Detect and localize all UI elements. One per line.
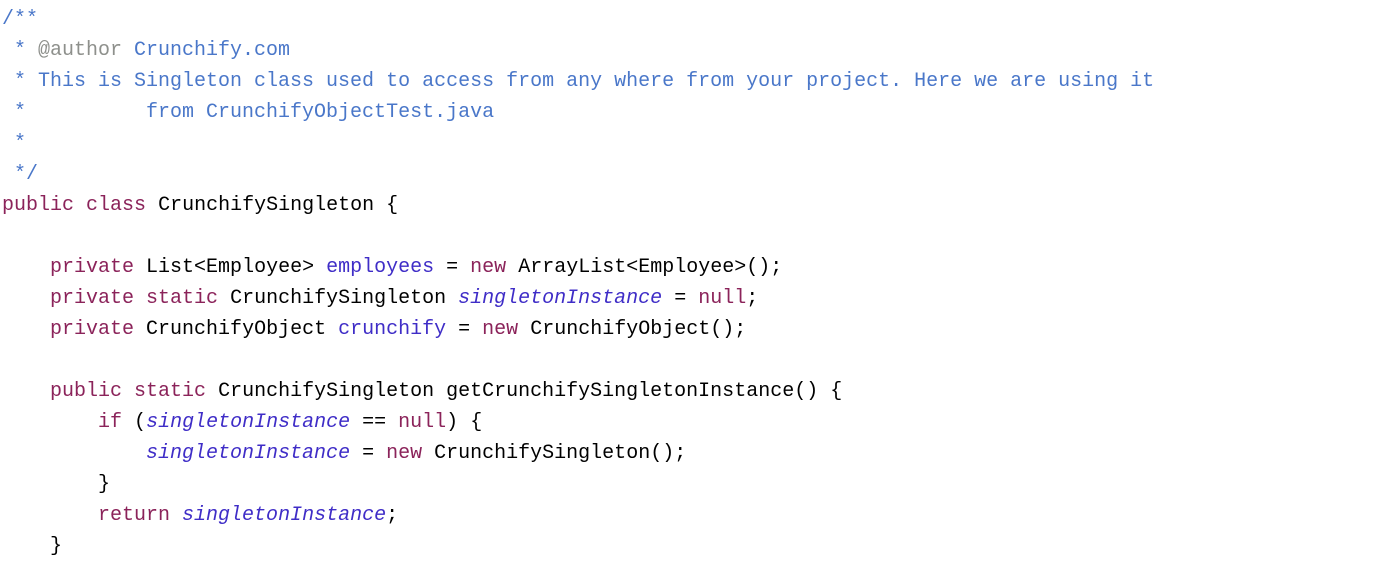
eq-4: =	[362, 442, 374, 465]
method-name: getCrunchifySingletonInstance()	[446, 380, 818, 403]
lparen-1: (	[134, 411, 146, 434]
class-name: CrunchifySingleton	[158, 194, 374, 217]
eq-3: =	[458, 318, 470, 341]
kw-static-1: static	[146, 287, 218, 310]
ctor-crunchify-object: CrunchifyObject()	[530, 318, 734, 341]
brace-open-3: {	[470, 411, 482, 434]
kw-if: if	[98, 411, 122, 434]
kw-private-3: private	[50, 318, 134, 341]
doc-open: /**	[2, 8, 38, 31]
field-employees: employees	[326, 256, 434, 279]
eq-2: =	[674, 287, 686, 310]
semi-3: ;	[734, 318, 746, 341]
kw-null-1: null	[698, 287, 746, 310]
brace-close-3: }	[98, 473, 110, 496]
ctor-singleton: CrunchifySingleton()	[434, 442, 674, 465]
kw-new-3: new	[386, 442, 422, 465]
rparen-1: )	[446, 411, 458, 434]
kw-class: class	[86, 194, 146, 217]
ref-singleton-3: singletonInstance	[182, 504, 386, 527]
kw-public-2: public	[50, 380, 122, 403]
ref-singleton-1: singletonInstance	[146, 411, 350, 434]
eqeq: ==	[362, 411, 386, 434]
kw-private-2: private	[50, 287, 134, 310]
semi-2: ;	[746, 287, 758, 310]
brace-open: {	[386, 194, 398, 217]
doc-author-value: Crunchify.com	[122, 39, 290, 62]
kw-new-1: new	[470, 256, 506, 279]
kw-static-2: static	[134, 380, 206, 403]
doc-author-prefix: *	[2, 39, 38, 62]
doc-line-2: * from CrunchifyObjectTest.java	[2, 101, 494, 124]
code-block: /** * @author Crunchify.com * This is Si…	[0, 0, 1380, 562]
doc-star: *	[2, 132, 26, 155]
semi-1: ;	[770, 256, 782, 279]
kw-return: return	[98, 504, 170, 527]
doc-author-tag: @author	[38, 39, 122, 62]
kw-null-2: null	[398, 411, 446, 434]
ret-type: CrunchifySingleton	[218, 380, 434, 403]
field-singleton-instance: singletonInstance	[458, 287, 662, 310]
ref-singleton-2: singletonInstance	[146, 442, 350, 465]
semi-5: ;	[386, 504, 398, 527]
brace-open-2: {	[830, 380, 842, 403]
kw-private-1: private	[50, 256, 134, 279]
eq-1: =	[446, 256, 458, 279]
ctor-arraylist: ArrayList<Employee>()	[518, 256, 770, 279]
type-crunchify-object: CrunchifyObject	[146, 318, 326, 341]
doc-close: */	[2, 163, 38, 186]
semi-4: ;	[674, 442, 686, 465]
type-list: List<Employee>	[146, 256, 314, 279]
doc-line-1: * This is Singleton class used to access…	[2, 70, 1154, 93]
kw-public: public	[2, 194, 74, 217]
type-singleton: CrunchifySingleton	[230, 287, 446, 310]
brace-close-2: }	[50, 535, 62, 558]
kw-new-2: new	[482, 318, 518, 341]
field-crunchify: crunchify	[338, 318, 446, 341]
